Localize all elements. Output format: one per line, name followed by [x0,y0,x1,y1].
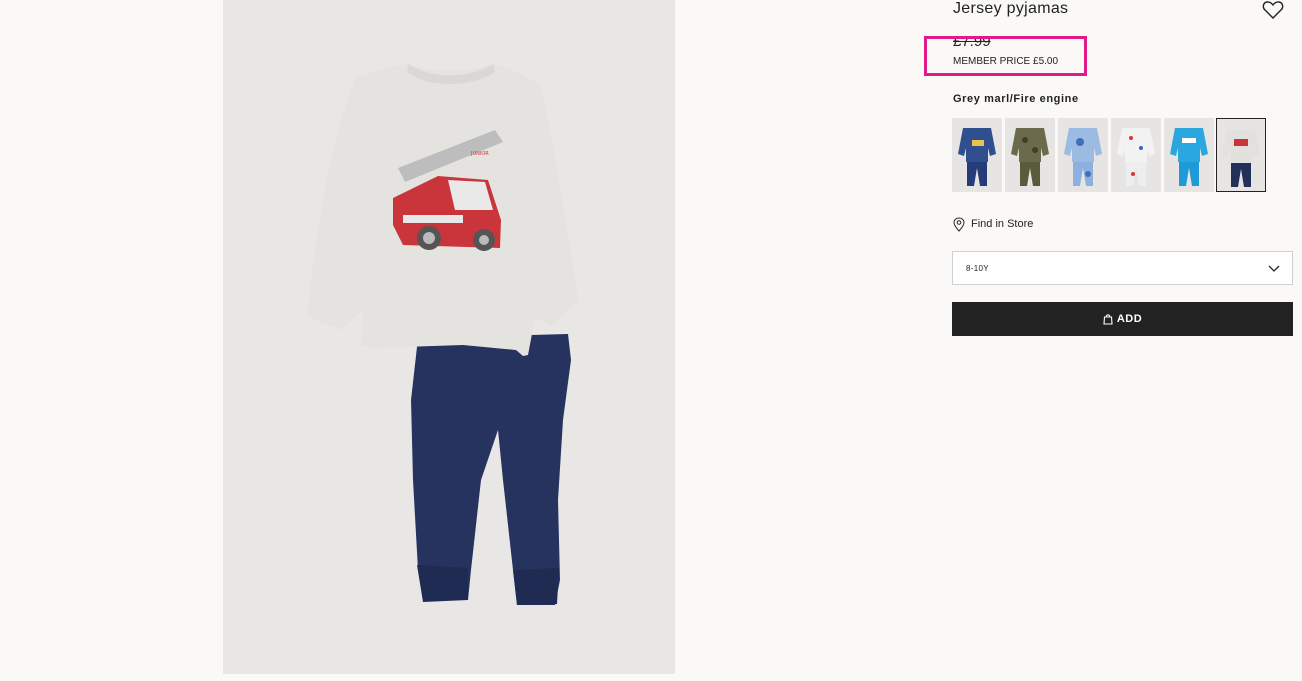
print-text: JUNIOR [470,151,489,157]
chevron-down-icon [1268,265,1280,272]
add-button-label: ADD [1116,313,1143,325]
swatch-white-print[interactable] [1111,118,1161,192]
pyjama-fire-engine-image: JUNIOR [307,64,578,605]
find-in-store-link[interactable]: Find in Store [953,216,1033,232]
size-selected-value: 8-10Y [966,264,989,273]
add-to-bag-button[interactable]: ADD [952,302,1293,336]
product-title: Jersey pyjamas [953,0,1069,17]
shopping-bag-icon [1103,314,1113,325]
location-pin-icon [953,216,965,232]
color-name: Grey marl/Fire engine [953,93,1079,105]
product-image[interactable]: JUNIOR [223,0,675,674]
swatch-blue-camo[interactable] [1058,118,1108,192]
swatch-turquoise-print[interactable] [1164,118,1214,192]
favourite-heart-icon[interactable] [1262,0,1284,20]
find-in-store-label: Find in Store [971,218,1034,230]
swatch-grey-fire-engine[interactable] [1216,118,1266,192]
price-highlight-box [924,36,1087,76]
swatch-navy-dinosaur[interactable] [952,118,1002,192]
size-select[interactable]: 8-10Y [952,251,1293,285]
swatch-khaki-camo[interactable] [1005,118,1055,192]
